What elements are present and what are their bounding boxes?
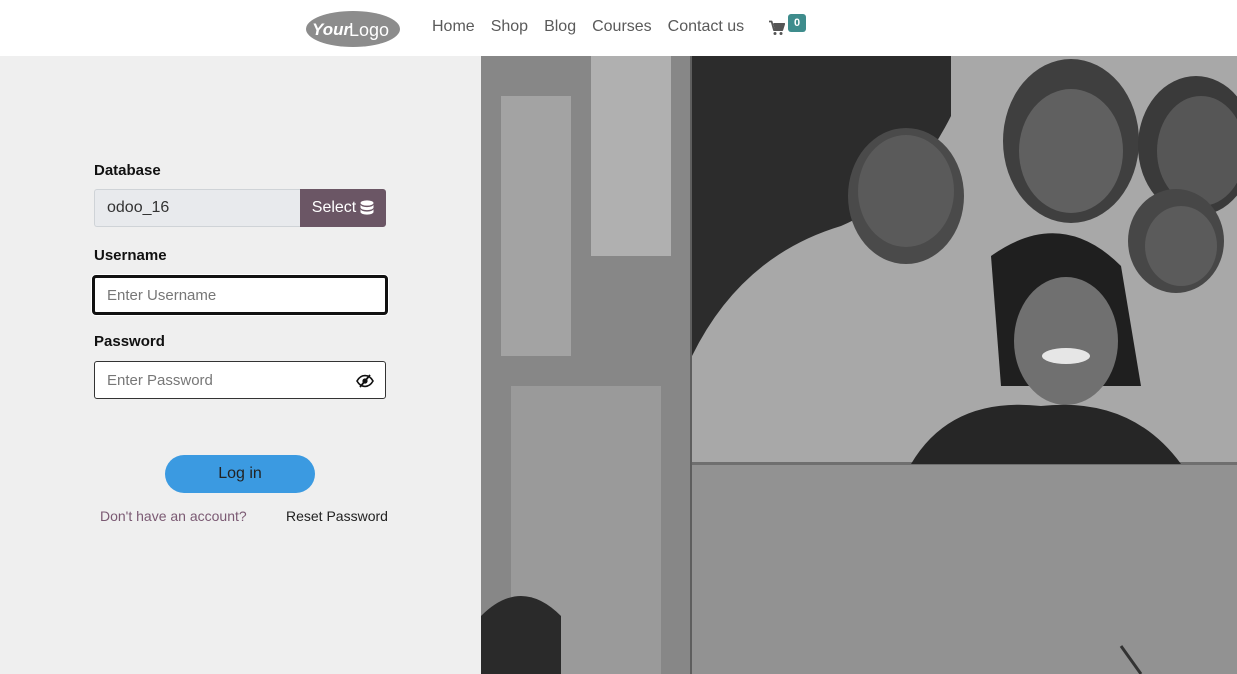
database-field[interactable]: odoo_16	[94, 189, 301, 227]
reset-password-link[interactable]: Reset Password	[286, 508, 388, 524]
username-input[interactable]	[92, 275, 388, 315]
main-nav: Home Shop Blog Courses Contact us	[432, 18, 760, 36]
svg-text:Your: Your	[312, 20, 351, 39]
nav-shop[interactable]: Shop	[491, 18, 528, 36]
svg-text:Logo: Logo	[349, 20, 389, 40]
database-icon	[360, 200, 374, 215]
username-label: Username	[94, 247, 167, 264]
nav-home[interactable]: Home	[432, 18, 475, 36]
people-circle-image	[481, 56, 1237, 674]
nav-blog[interactable]: Blog	[544, 18, 576, 36]
login-button[interactable]: Log in	[165, 455, 315, 493]
logo[interactable]: Your Logo	[305, 10, 401, 48]
eye-slash-icon[interactable]	[356, 374, 374, 388]
nav-courses[interactable]: Courses	[592, 18, 652, 36]
signup-link[interactable]: Don't have an account?	[100, 508, 247, 524]
hero-photo	[481, 56, 1237, 674]
shopping-cart-icon[interactable]	[769, 20, 785, 36]
password-label: Password	[94, 333, 165, 350]
database-label: Database	[94, 162, 161, 179]
select-database-button[interactable]: Select	[300, 189, 386, 227]
nav-contact-us[interactable]: Contact us	[668, 18, 744, 36]
navbar: Your Logo Home Shop Blog Courses Contact…	[0, 0, 1237, 56]
password-input[interactable]	[94, 361, 386, 399]
cart-count-badge[interactable]: 0	[788, 14, 806, 32]
select-button-label: Select	[311, 199, 357, 216]
